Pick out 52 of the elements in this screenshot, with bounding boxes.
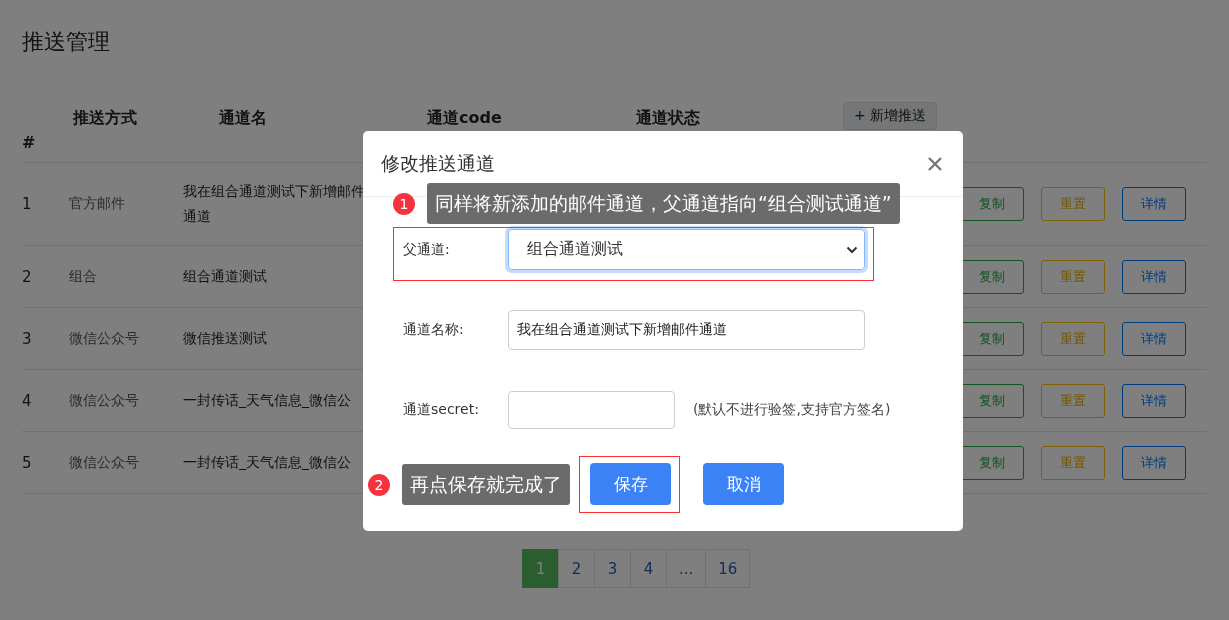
- page-title: 推送管理: [21, 28, 111, 56]
- row-action-button[interactable]: 重置: [1041, 259, 1105, 294]
- page-button[interactable]: 1: [522, 549, 559, 588]
- chevron-down-icon: [846, 245, 858, 254]
- column-header: 通道状态: [636, 108, 700, 129]
- table-cell-text: 组合通道测试: [183, 267, 268, 286]
- page-button[interactable]: 4: [630, 549, 667, 588]
- dialog-button[interactable]: 保存: [590, 463, 671, 505]
- column-header: #: [22, 133, 36, 152]
- table-cell-text: 一封传话_天气信息_微信公: [183, 453, 352, 472]
- annotation-tooltip: 再点保存就完成了: [402, 464, 570, 505]
- table-cell-text: 微信公众号: [69, 329, 140, 348]
- table-cell-text: 1: [22, 195, 33, 213]
- row-action-button[interactable]: 重置: [1041, 383, 1105, 418]
- table-cell-text: 4: [22, 391, 33, 410]
- row-action-button[interactable]: 详情: [1122, 187, 1186, 221]
- field-label: 父通道:: [403, 240, 451, 259]
- row-action-button[interactable]: 重置: [1041, 187, 1105, 221]
- row-action-button[interactable]: 重置: [1041, 321, 1105, 356]
- table-cell-text: 微信公众号: [69, 453, 140, 472]
- field-hint: (默认不进行验签,支持官方签名): [693, 400, 891, 419]
- annotation-tooltip: 同样将新添加的邮件通道，父通道指向“组合测试通道”: [427, 183, 900, 224]
- table-cell-text: 3: [22, 329, 33, 348]
- table-cell-text: 5: [22, 453, 33, 472]
- column-header: 通道code: [427, 108, 502, 129]
- dialog-title: 修改推送通道: [381, 150, 495, 176]
- page-button[interactable]: 3: [594, 549, 631, 588]
- input-field[interactable]: [508, 390, 675, 429]
- column-header: 推送方式: [73, 108, 137, 129]
- close-icon[interactable]: [928, 156, 942, 171]
- add-push-button[interactable]: + 新增推送: [843, 102, 938, 130]
- row-action-button[interactable]: 重置: [1041, 445, 1105, 480]
- page-button[interactable]: 16: [705, 549, 751, 588]
- column-header: 通道名: [219, 108, 267, 129]
- input-field[interactable]: 我在组合通道测试下新增邮件通道: [508, 309, 865, 350]
- page-button[interactable]: 2: [558, 549, 595, 588]
- row-action-button[interactable]: 详情: [1122, 445, 1186, 480]
- dialog-button[interactable]: 取消: [703, 463, 784, 505]
- page-button[interactable]: ...: [666, 549, 707, 588]
- table-cell-text: 我在组合通道测试下新增邮件通道: [183, 182, 366, 226]
- row-action-button[interactable]: 详情: [1122, 383, 1186, 418]
- table-cell-text: 组合: [69, 267, 98, 286]
- field-label: 通道名称:: [403, 320, 465, 339]
- parent-channel-select[interactable]: 组合通道测试: [508, 229, 865, 270]
- table-cell-text: 一封传话_天气信息_微信公: [183, 391, 352, 410]
- table-cell-text: 官方邮件: [69, 195, 126, 213]
- table-cell-text: 微信公众号: [69, 391, 140, 410]
- table-cell-text: 微信推送测试: [183, 329, 268, 348]
- field-label: 通道secret:: [403, 400, 480, 419]
- table-cell-text: 2: [22, 267, 33, 286]
- row-action-button[interactable]: 详情: [1122, 321, 1186, 356]
- row-action-button[interactable]: 详情: [1122, 259, 1186, 294]
